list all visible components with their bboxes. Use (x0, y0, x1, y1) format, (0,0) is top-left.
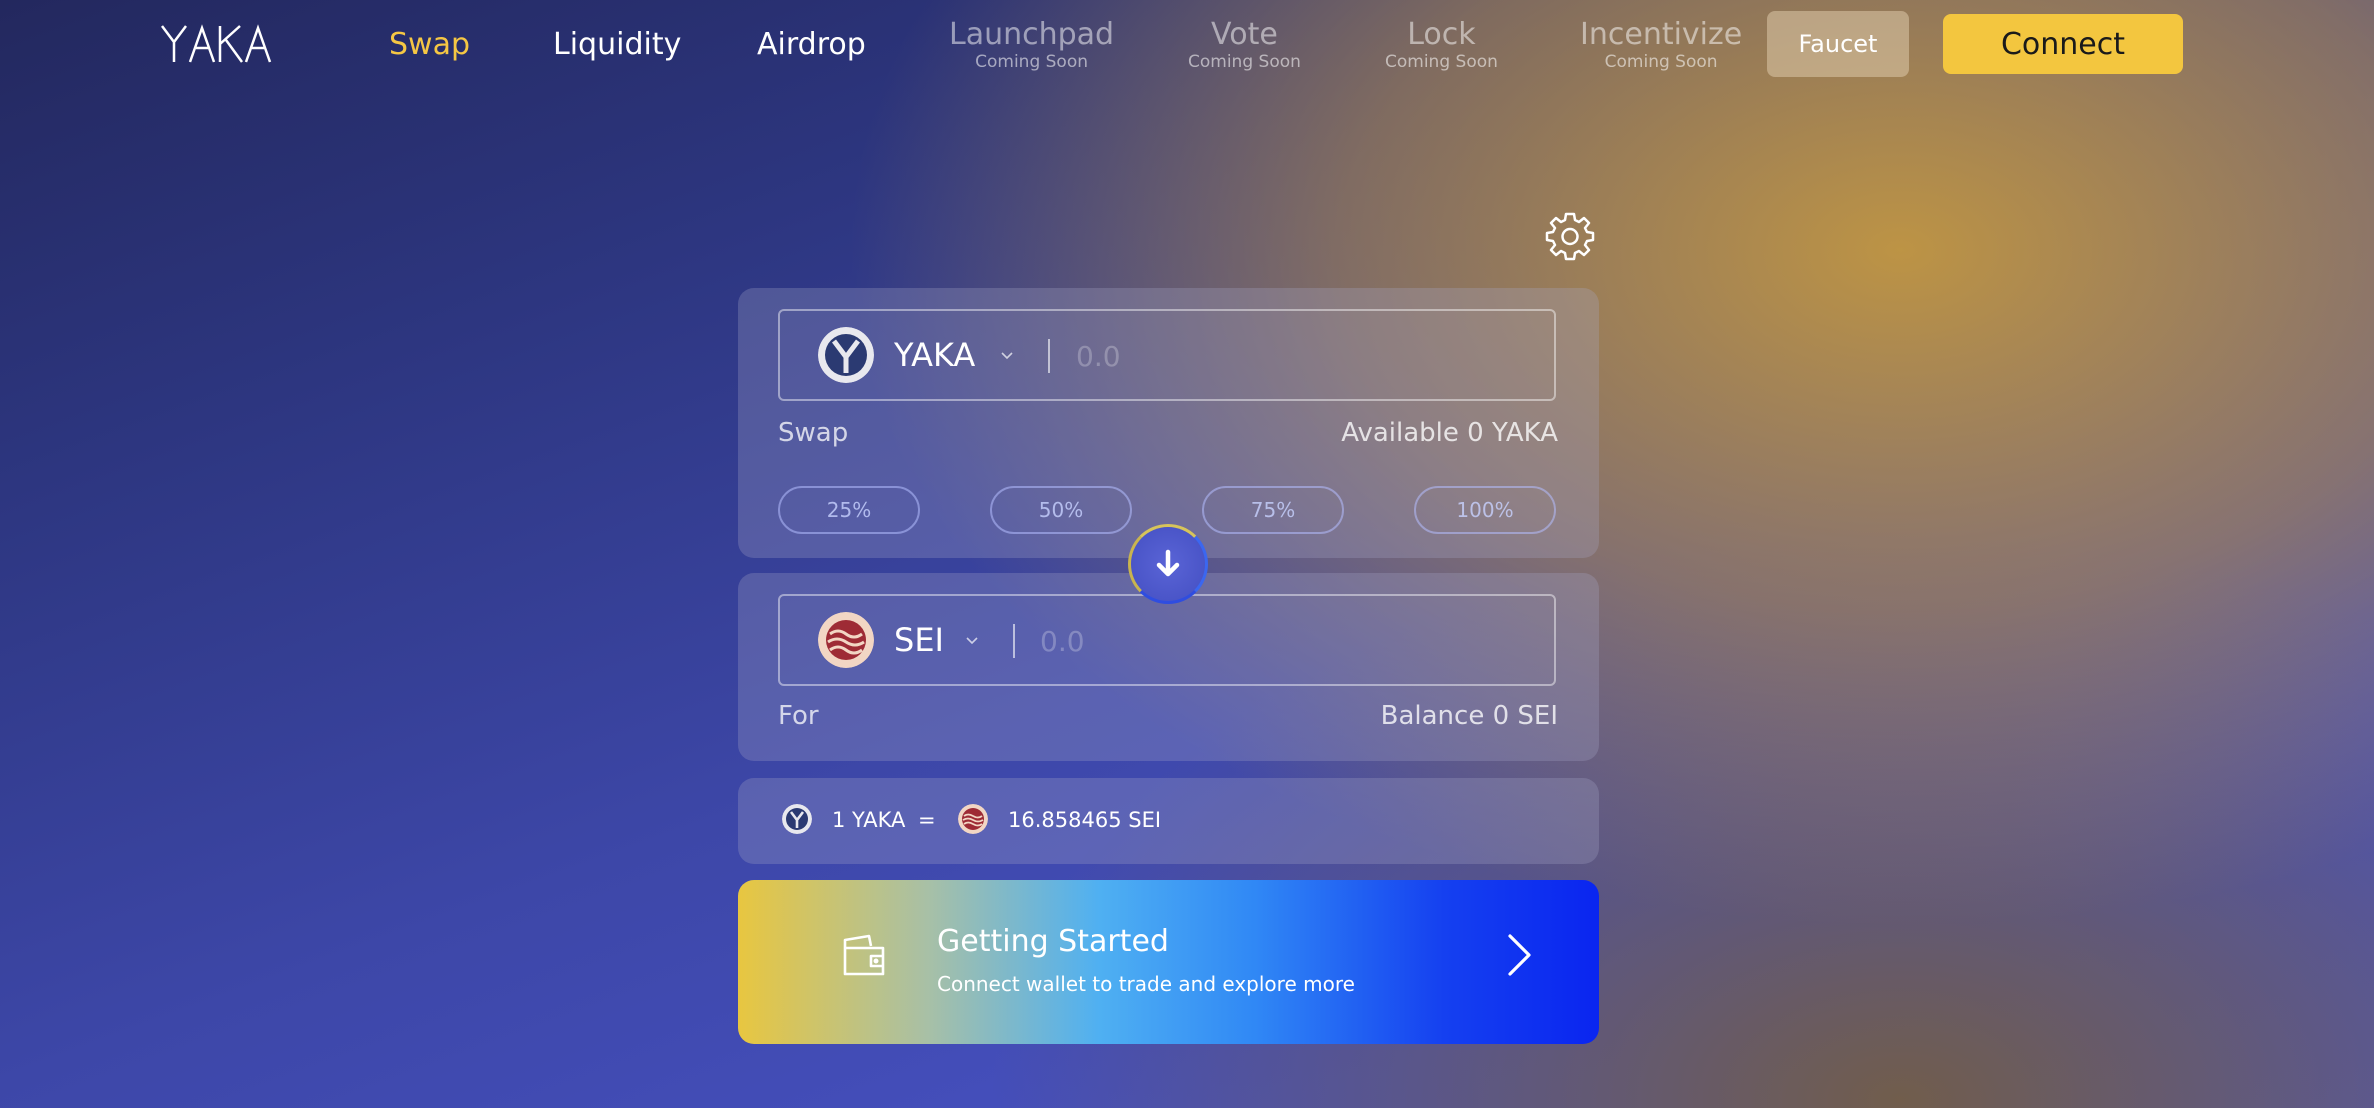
nav-incentivize[interactable]: Incentivize Coming Soon (1580, 0, 1742, 90)
percent-75-button[interactable]: 75% (1202, 486, 1344, 534)
available-balance: Available 0 YAKA (1341, 418, 1558, 448)
wallet-icon (843, 934, 885, 976)
nav-launchpad[interactable]: Launchpad Coming Soon (949, 0, 1114, 90)
yaka-token-icon (782, 804, 812, 834)
yaka-token-icon (818, 327, 874, 383)
coming-soon-label: Coming Soon (975, 52, 1088, 72)
coming-soon-label: Coming Soon (1188, 52, 1301, 72)
nav-lock[interactable]: Lock Coming Soon (1385, 0, 1498, 90)
percent-100-button[interactable]: 100% (1414, 486, 1556, 534)
divider (1048, 339, 1050, 373)
sei-token-icon (958, 804, 988, 834)
connect-button[interactable]: Connect (1943, 14, 2183, 74)
nav-lock-label: Lock (1407, 17, 1476, 52)
swap-direction-button[interactable] (1128, 524, 1208, 604)
to-balance: Balance 0 SEI (1380, 701, 1558, 731)
to-token-box: SEI (778, 594, 1556, 686)
rate-from: 1 YAKA (832, 808, 906, 832)
from-token-box: YAKA (778, 309, 1556, 401)
cta-subtitle: Connect wallet to trade and explore more (937, 972, 1355, 996)
nav-liquidity[interactable]: Liquidity (553, 0, 681, 90)
nav-liquidity-label: Liquidity (553, 27, 682, 62)
to-amount-input[interactable] (1038, 616, 1538, 666)
nav-vote-label: Vote (1211, 17, 1278, 52)
percent-25-button[interactable]: 25% (778, 486, 920, 534)
arrow-down-icon (1156, 549, 1180, 577)
from-amount-input[interactable] (1074, 331, 1538, 381)
nav-airdrop-label: Airdrop (757, 27, 866, 62)
faucet-button[interactable]: Faucet (1767, 11, 1909, 77)
nav-swap-label: Swap (389, 27, 471, 62)
getting-started-banner[interactable]: Getting Started Connect wallet to trade … (738, 880, 1599, 1044)
nav-launchpad-label: Launchpad (949, 17, 1115, 52)
rate-to: 16.858465 SEI (1008, 808, 1162, 832)
rate-panel: 1 YAKA = 16.858465 SEI (738, 778, 1599, 864)
to-token-selector[interactable]: SEI (894, 620, 944, 660)
coming-soon-label: Coming Soon (1604, 52, 1718, 72)
chevron-right-icon[interactable] (1504, 932, 1534, 978)
nav-airdrop[interactable]: Airdrop (757, 0, 866, 90)
divider (1013, 624, 1015, 658)
sei-token-icon (818, 612, 874, 668)
settings-gear-icon[interactable] (1544, 210, 1596, 262)
swap-panel: YAKA Swap Available 0 YAKA 25% 50% 75% 1… (738, 288, 1599, 558)
swap-label: Swap (778, 418, 849, 448)
nav-incentivize-label: Incentivize (1580, 17, 1743, 52)
for-label: For (778, 701, 819, 731)
rate-equals: = (918, 808, 936, 832)
yaka-logo[interactable] (160, 22, 280, 66)
chevron-down-icon[interactable] (965, 634, 979, 648)
coming-soon-label: Coming Soon (1385, 52, 1498, 72)
from-token-selector[interactable]: YAKA (894, 335, 975, 375)
cta-title: Getting Started (937, 924, 1169, 959)
nav-swap[interactable]: Swap (389, 0, 470, 90)
chevron-down-icon[interactable] (1000, 349, 1014, 363)
percent-50-button[interactable]: 50% (990, 486, 1132, 534)
nav-vote[interactable]: Vote Coming Soon (1188, 0, 1301, 90)
top-nav: Swap Liquidity Airdrop Launchpad Coming … (0, 0, 2374, 90)
